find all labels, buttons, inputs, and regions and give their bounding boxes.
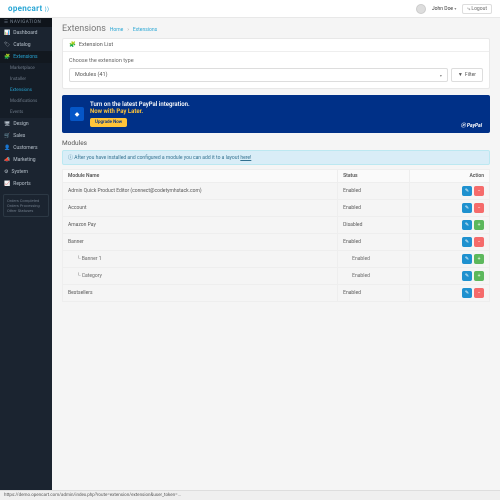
nav-sub-extensions[interactable]: Extensions — [0, 85, 52, 96]
nav-header: ☰ NAVIGATION — [0, 18, 52, 27]
nav-catalog[interactable]: 🏷 Catalog — [0, 39, 52, 51]
filter-button[interactable]: ▼ Filter — [451, 68, 483, 82]
breadcrumb-home[interactable]: Home — [110, 27, 123, 33]
add-button[interactable]: + — [474, 254, 484, 264]
edit-button[interactable]: ✎ — [462, 271, 472, 281]
choose-label: Choose the extension type — [69, 58, 483, 64]
paypal-brand: ⓟ PayPal — [461, 122, 482, 129]
nav-sales[interactable]: 🛒 Sales — [0, 130, 52, 142]
info-alert: ⓘ After you have installed and configure… — [62, 150, 490, 165]
paypal-promo[interactable]: ◆ Turn on the latest PayPal integration.… — [62, 95, 490, 133]
upgrade-button[interactable]: Upgrade Now — [90, 118, 127, 127]
table-row: BestsellersEnabled✎− — [63, 285, 490, 302]
table-row: └ CategoryEnabled✎+ — [63, 268, 490, 285]
nav-design[interactable]: 🖥 Design — [0, 118, 52, 130]
col-action: Action — [410, 170, 490, 183]
modules-table: Module Name Status Action Admin Quick Pr… — [62, 169, 490, 302]
logout-button[interactable]: ⤷ Logout — [462, 4, 492, 14]
nav-customers[interactable]: 👤 Customers — [0, 142, 52, 154]
user-name[interactable]: John Doe ▾ — [432, 6, 456, 12]
page-title: Extensions — [62, 24, 106, 34]
extension-type-select[interactable]: Modules (41)▾ — [69, 68, 448, 82]
edit-button[interactable]: ✎ — [462, 203, 472, 213]
sidebar: ☰ NAVIGATION 📊 Dashboard 🏷 Catalog 🧩 Ext… — [0, 18, 52, 500]
status-bar: https://demo.opencart.com/admin/index.ph… — [0, 490, 500, 500]
edit-button[interactable]: ✎ — [462, 237, 472, 247]
sidebar-stats: Orders Completed Orders Processing Other… — [3, 194, 49, 217]
uninstall-button[interactable]: − — [474, 237, 484, 247]
nav-sub-marketplace[interactable]: Marketplace — [0, 63, 52, 74]
info-link[interactable]: here! — [240, 155, 251, 161]
nav-extensions[interactable]: 🧩 Extensions — [0, 51, 52, 63]
table-row: └ Banner 1Enabled✎+ — [63, 251, 490, 268]
nav-sub-events[interactable]: Events — [0, 107, 52, 118]
paypal-icon: ◆ — [70, 107, 84, 121]
nav-dashboard[interactable]: 📊 Dashboard — [0, 27, 52, 39]
edit-button[interactable]: ✎ — [462, 186, 472, 196]
nav-reports[interactable]: 📈 Reports — [0, 178, 52, 190]
install-button[interactable]: + — [474, 220, 484, 230]
nav-system[interactable]: ⚙ System — [0, 166, 52, 178]
avatar[interactable] — [416, 4, 426, 14]
col-status: Status — [338, 170, 410, 183]
nav-sub-modifications[interactable]: Modifications — [0, 96, 52, 107]
nav-sub-installer[interactable]: Installer — [0, 74, 52, 85]
uninstall-button[interactable]: − — [474, 186, 484, 196]
nav-marketing[interactable]: 📣 Marketing — [0, 154, 52, 166]
table-row: Amazon PayDisabled✎+ — [63, 217, 490, 234]
col-name: Module Name — [63, 170, 338, 183]
edit-button[interactable]: ✎ — [462, 288, 472, 298]
logo[interactable]: opencart⟩⟩ — [8, 4, 49, 13]
table-row: AccountEnabled✎− — [63, 200, 490, 217]
edit-button[interactable]: ✎ — [462, 220, 472, 230]
add-button[interactable]: + — [474, 271, 484, 281]
uninstall-button[interactable]: − — [474, 203, 484, 213]
edit-button[interactable]: ✎ — [462, 254, 472, 264]
breadcrumb-current[interactable]: Extensions — [133, 27, 157, 33]
uninstall-button[interactable]: − — [474, 288, 484, 298]
modules-title: Modules — [62, 139, 490, 147]
table-row: BannerEnabled✎− — [63, 234, 490, 251]
table-row: Admin Quick Product Editor (connect@code… — [63, 183, 490, 200]
panel-header: 🧩 Extension List — [63, 39, 489, 52]
